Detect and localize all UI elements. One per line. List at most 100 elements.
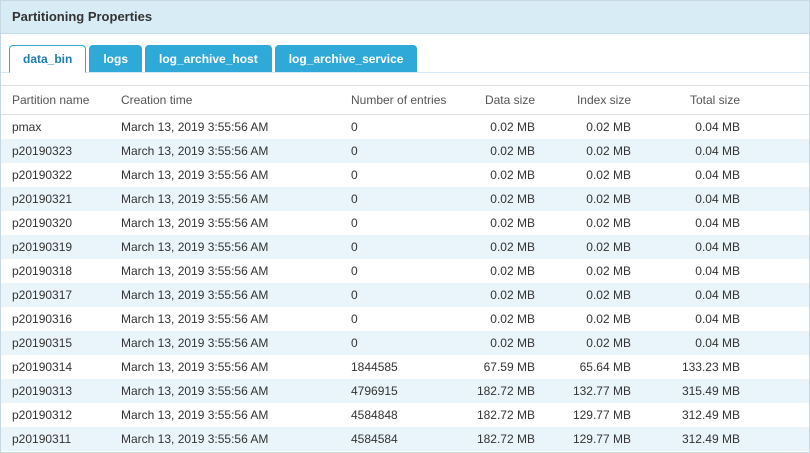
tab-logs[interactable]: logs [89, 45, 142, 72]
table-cell: 182.72 MB [451, 427, 541, 451]
table-cell: 0.04 MB [637, 283, 809, 307]
table-cell: 0.04 MB [637, 307, 809, 331]
table-cell: 182.72 MB [451, 403, 541, 427]
table-cell: 0.02 MB [541, 259, 637, 283]
table-cell: 0 [343, 307, 451, 331]
table-cell: 0.02 MB [451, 211, 541, 235]
table-cell: 0.02 MB [451, 139, 541, 163]
table-cell: March 13, 2019 3:55:56 AM [113, 307, 343, 331]
table-cell: 0.02 MB [541, 139, 637, 163]
table-row[interactable]: p20190323March 13, 2019 3:55:56 AM00.02 … [1, 139, 809, 163]
table-row[interactable]: p20190319March 13, 2019 3:55:56 AM00.02 … [1, 235, 809, 259]
table-cell: 0 [343, 259, 451, 283]
table-cell: 0.02 MB [451, 235, 541, 259]
tab-log_archive_host[interactable]: log_archive_host [145, 45, 272, 72]
table-cell: 0.04 MB [637, 187, 809, 211]
tab-log_archive_service[interactable]: log_archive_service [275, 45, 418, 72]
table-cell: 0.02 MB [451, 163, 541, 187]
table-cell: 0 [343, 139, 451, 163]
table-cell: 0 [343, 211, 451, 235]
tab-bar: data_binlogslog_archive_hostlog_archive_… [1, 34, 809, 73]
table-cell: 0.02 MB [541, 163, 637, 187]
table-cell: 0 [343, 187, 451, 211]
table-cell: 0.04 MB [637, 139, 809, 163]
table-cell: March 13, 2019 3:55:56 AM [113, 379, 343, 403]
table-row[interactable]: p20190317March 13, 2019 3:55:56 AM00.02 … [1, 283, 809, 307]
table-row[interactable]: p20190316March 13, 2019 3:55:56 AM00.02 … [1, 307, 809, 331]
table-cell: 129.77 MB [541, 403, 637, 427]
table-row[interactable]: p20190314March 13, 2019 3:55:56 AM184458… [1, 355, 809, 379]
column-header-creation-time: Creation time [113, 86, 343, 115]
table-cell: March 13, 2019 3:55:56 AM [113, 427, 343, 451]
table-cell: 0.04 MB [637, 211, 809, 235]
table-body: pmaxMarch 13, 2019 3:55:56 AM00.02 MB0.0… [1, 115, 809, 453]
table-cell: p20190320 [1, 211, 113, 235]
table-cell: 312.49 MB [637, 427, 809, 451]
table-cell: 0.02 MB [541, 331, 637, 355]
table-cell: 0.04 MB [637, 235, 809, 259]
column-header-partition-name: Partition name [1, 86, 113, 115]
table-row[interactable]: p20190320March 13, 2019 3:55:56 AM00.02 … [1, 211, 809, 235]
table-cell: 1844585 [343, 355, 451, 379]
table-cell: 0.02 MB [541, 115, 637, 140]
table-cell: 129.77 MB [541, 427, 637, 451]
table-cell: March 13, 2019 3:55:56 AM [113, 283, 343, 307]
table-cell: March 13, 2019 3:55:56 AM [113, 187, 343, 211]
table-cell: p20190319 [1, 235, 113, 259]
table-cell: March 13, 2019 3:55:56 AM [113, 115, 343, 140]
table-cell: pmax [1, 115, 113, 140]
table-cell: March 13, 2019 3:55:56 AM [113, 259, 343, 283]
table-cell: 0.04 MB [637, 163, 809, 187]
table-cell: 0 [343, 331, 451, 355]
table-cell: 0.02 MB [541, 211, 637, 235]
table-cell: March 13, 2019 3:55:56 AM [113, 211, 343, 235]
table-cell: 0.02 MB [541, 307, 637, 331]
table-cell: March 13, 2019 3:55:56 AM [113, 139, 343, 163]
table-row[interactable]: p20190312March 13, 2019 3:55:56 AM458484… [1, 403, 809, 427]
table-cell: 0 [343, 283, 451, 307]
table-cell: March 13, 2019 3:55:56 AM [113, 331, 343, 355]
table-cell: 132.77 MB [541, 379, 637, 403]
table-cell: 315.49 MB [637, 379, 809, 403]
column-header-data-size: Data size [451, 86, 541, 115]
table-cell: 0.02 MB [541, 235, 637, 259]
tab-data_bin[interactable]: data_bin [9, 45, 86, 73]
table-cell: 4584848 [343, 403, 451, 427]
table-row[interactable]: p20190313March 13, 2019 3:55:56 AM479691… [1, 379, 809, 403]
table-row[interactable]: p20190322March 13, 2019 3:55:56 AM00.02 … [1, 163, 809, 187]
table-header-row: Partition nameCreation timeNumber of ent… [1, 86, 809, 115]
table-cell: 67.59 MB [451, 355, 541, 379]
table-cell: 312.49 MB [637, 403, 809, 427]
table-cell: 0.02 MB [451, 283, 541, 307]
table-cell: 0.04 MB [637, 115, 809, 140]
table-row[interactable]: pmaxMarch 13, 2019 3:55:56 AM00.02 MB0.0… [1, 115, 809, 140]
table-cell: p20190321 [1, 187, 113, 211]
table-cell: 0.02 MB [451, 187, 541, 211]
table-row[interactable]: p20190315March 13, 2019 3:55:56 AM00.02 … [1, 331, 809, 355]
table-cell: 0 [343, 115, 451, 140]
partitions-table: Partition nameCreation timeNumber of ent… [1, 85, 809, 453]
table-cell: p20190323 [1, 139, 113, 163]
table-cell: 182.72 MB [451, 379, 541, 403]
table-cell: 0.02 MB [541, 283, 637, 307]
table-cell: p20190322 [1, 163, 113, 187]
table-cell: 0.02 MB [541, 187, 637, 211]
table-cell: 0 [343, 163, 451, 187]
table-cell: 4584584 [343, 427, 451, 451]
table-row[interactable]: p20190318March 13, 2019 3:55:56 AM00.02 … [1, 259, 809, 283]
table-cell: 0.02 MB [451, 331, 541, 355]
table-row[interactable]: p20190321March 13, 2019 3:55:56 AM00.02 … [1, 187, 809, 211]
table-cell: p20190311 [1, 427, 113, 451]
table-cell: 0.02 MB [451, 259, 541, 283]
table-cell: 0.04 MB [637, 331, 809, 355]
table-cell: p20190315 [1, 331, 113, 355]
page-title: Partitioning Properties [1, 1, 809, 34]
table-cell: 4796915 [343, 379, 451, 403]
table-cell: 133.23 MB [637, 355, 809, 379]
table-cell: March 13, 2019 3:55:56 AM [113, 355, 343, 379]
table-cell: 0.02 MB [451, 307, 541, 331]
table-row[interactable]: p20190311March 13, 2019 3:55:56 AM458458… [1, 427, 809, 451]
partitioning-properties-window: Partitioning Properties data_binlogslog_… [0, 0, 810, 453]
table-cell: 0.02 MB [451, 115, 541, 140]
column-header-total-size: Total size [637, 86, 809, 115]
